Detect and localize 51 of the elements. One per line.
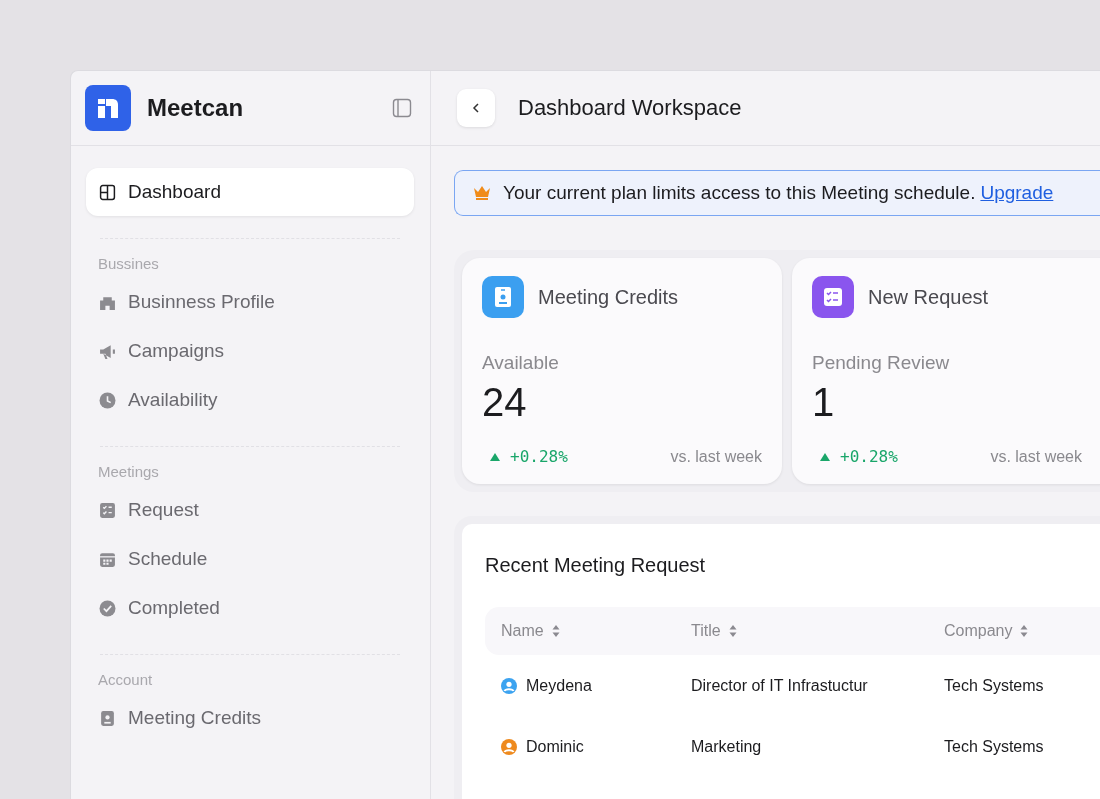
logo-icon <box>85 85 131 131</box>
comparison-label: vs. last week <box>990 447 1082 466</box>
card-title: New Request <box>868 285 989 309</box>
stat-label: Available <box>482 352 560 374</box>
stat-value: 1 <box>812 380 836 425</box>
sidebar-item[interactable]: Completed <box>86 584 414 632</box>
change-value: +0.28% <box>510 447 569 466</box>
sort-icon[interactable] <box>551 625 560 637</box>
section-heading: Account <box>97 671 154 690</box>
megaphone-icon <box>99 342 116 360</box>
up-triangle-icon <box>490 452 500 461</box>
id-badge-icon <box>99 709 116 727</box>
comparison-label: vs. last week <box>670 447 762 466</box>
change-value: +0.28% <box>840 447 899 466</box>
table-cell: Tech Systems <box>944 737 1044 756</box>
app-name: Meetcan <box>147 94 245 122</box>
stat-label: Pending Review <box>812 352 951 374</box>
stat-value: 24 <box>482 380 528 425</box>
up-triangle-icon <box>820 452 830 461</box>
checklist-icon <box>99 501 116 519</box>
sidebar-item[interactable]: Meeting Credits <box>86 694 414 742</box>
chevron-left-icon <box>470 102 482 114</box>
table-cell: Marketing <box>691 737 762 756</box>
dashboard-icon <box>99 183 116 201</box>
column-header[interactable]: Company <box>944 622 1013 640</box>
card-title: Meeting Credits <box>538 285 679 309</box>
sidebar-toggle-icon[interactable] <box>392 98 412 118</box>
upgrade-link[interactable]: Upgrade <box>980 182 1054 204</box>
sidebar-item[interactable]: Schedule <box>86 535 414 583</box>
crown-icon <box>473 185 491 201</box>
column-header[interactable]: Title <box>691 622 721 640</box>
table-cell: Director of IT Infrastuctur <box>691 676 868 695</box>
section-heading: Meetings <box>97 463 160 482</box>
sort-icon[interactable] <box>1020 625 1029 637</box>
table-cell: Meydena <box>526 676 592 695</box>
table-cell: Tech Systems <box>944 676 1044 695</box>
sidebar-item[interactable]: Availability <box>86 376 414 424</box>
sidebar-item[interactable]: Dashboard <box>86 168 414 216</box>
table-title: Recent Meeting Request <box>485 554 707 577</box>
column-header[interactable]: Name <box>501 622 544 640</box>
table-cell: Dominic <box>526 737 584 756</box>
sort-icon[interactable] <box>728 625 737 637</box>
sidebar-item[interactable]: Campaigns <box>86 327 414 375</box>
section-heading: Bussines <box>97 255 160 274</box>
sidebar-item[interactable]: Businness Profile <box>86 278 414 326</box>
sidebar-item[interactable]: Request <box>86 486 414 534</box>
check-circle-icon <box>99 599 116 617</box>
banner-message: Your current plan limits access to this Meeting schedule. <box>503 182 976 204</box>
calendar-icon <box>99 550 116 568</box>
clock-icon <box>99 391 116 409</box>
page-title: Dashboard Workspace <box>518 95 742 121</box>
